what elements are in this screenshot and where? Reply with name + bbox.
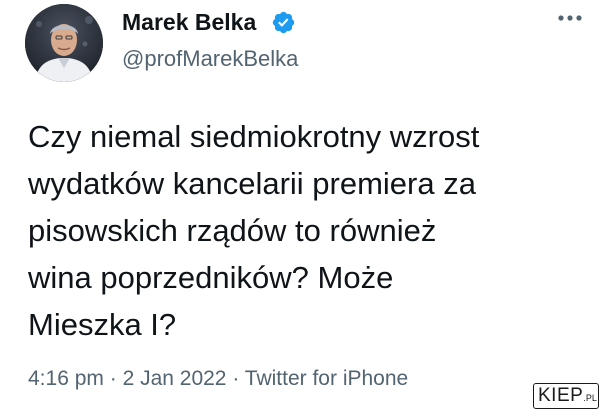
tweet-text-line: Mieszka I?: [28, 307, 177, 342]
site-watermark-logo: KIEP.PL: [533, 383, 599, 409]
tweet-metadata: 4:16 pm · 2 Jan 2022 · Twitter for iPhon…: [28, 367, 408, 391]
tweet-time-link[interactable]: 4:16 pm: [28, 367, 104, 390]
tweet-text-line: wina poprzedników? Może: [28, 260, 394, 295]
tweet-text-line: wydatków kancelarii premiera za: [28, 166, 476, 201]
avatar-image: [25, 4, 103, 82]
tweet-text: Czy niemal siedmiokrotny wzrost wydatków…: [28, 113, 588, 348]
more-horizontal-icon[interactable]: [557, 12, 583, 24]
tweet-date-link[interactable]: 2 Jan 2022: [123, 367, 227, 390]
author-handle[interactable]: @profMarekBelka: [122, 46, 298, 72]
meta-separator: ·: [103, 367, 123, 390]
tweet-card: Marek Belka @profMarekBelka Czy niemal s…: [0, 0, 610, 417]
tweet-source-link[interactable]: Twitter for iPhone: [245, 367, 408, 390]
tweet-text-line: pisowskich rządów to również: [28, 213, 437, 248]
watermark-main: KIEP: [538, 385, 584, 406]
verified-badge-icon: [272, 11, 295, 34]
avatar[interactable]: [25, 4, 103, 82]
tweet-text-line: Czy niemal siedmiokrotny wzrost: [28, 119, 480, 154]
meta-separator: ·: [226, 367, 245, 390]
watermark-sub: .PL: [583, 393, 597, 403]
author-name[interactable]: Marek Belka: [122, 9, 256, 36]
